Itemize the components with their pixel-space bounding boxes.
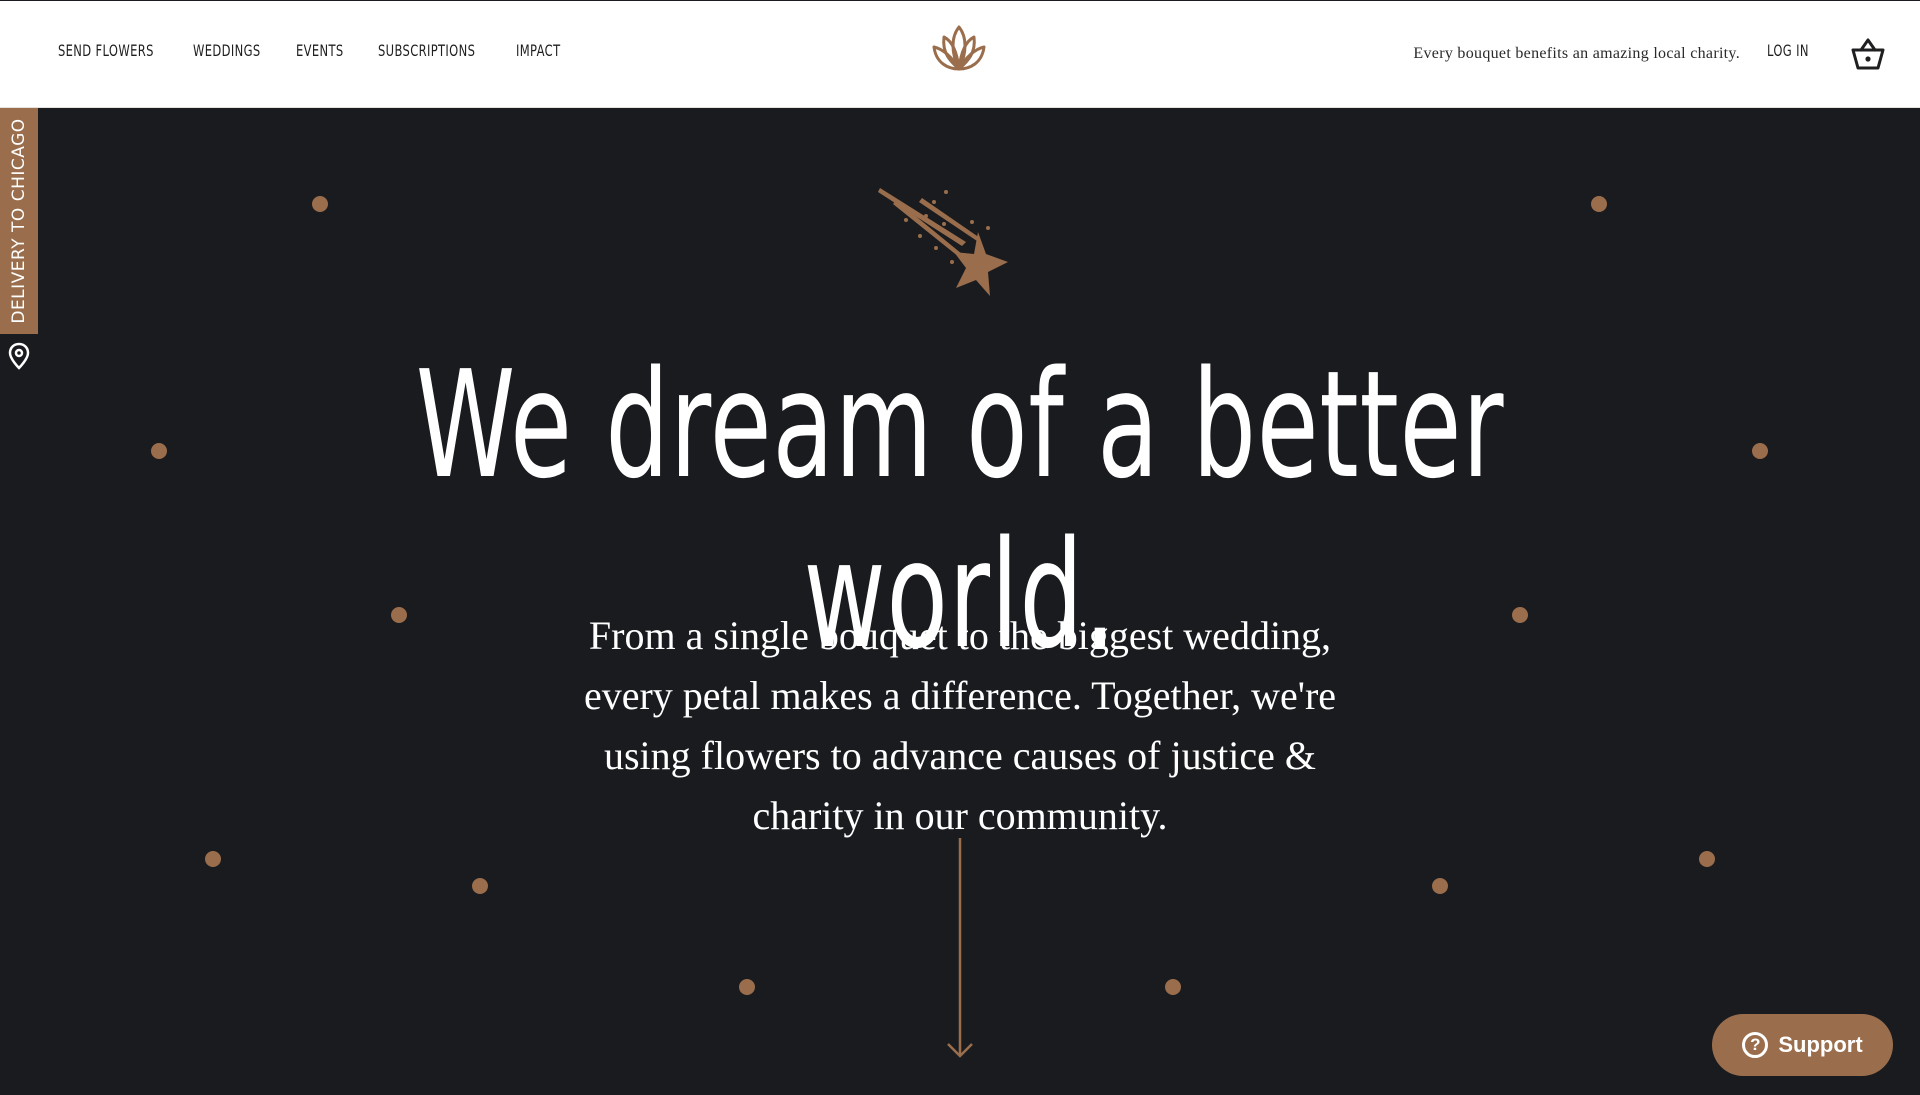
decorative-dot — [472, 878, 488, 894]
decorative-dot — [312, 196, 328, 212]
delivery-location-tab[interactable]: DELIVERY TO CHICAGO — [0, 108, 38, 334]
site-header: SEND FLOWERS WEDDINGS EVENTS SUBSCRIPTIO… — [0, 1, 1920, 108]
nav-weddings[interactable]: WEDDINGS — [193, 41, 261, 60]
decorative-dot — [1699, 851, 1715, 867]
nav-events[interactable]: EVENTS — [296, 41, 344, 60]
lotus-icon[interactable] — [930, 23, 988, 75]
decorative-dot — [1591, 196, 1607, 212]
arrow-down-icon[interactable] — [946, 838, 974, 1060]
shooting-star-icon — [878, 188, 1008, 296]
login-link[interactable]: LOG IN — [1767, 41, 1809, 60]
hero-lead: From a single bouquet to the biggest wed… — [583, 613, 1337, 838]
header-tagline: Every bouquet benefits an amazing local … — [1413, 45, 1740, 62]
nav-subscriptions[interactable]: SUBSCRIPTIONS — [378, 41, 475, 60]
nav-impact[interactable]: IMPACT — [516, 41, 560, 60]
decorative-dot — [1165, 979, 1181, 995]
support-label: Support — [1778, 1032, 1863, 1057]
delivery-tab-label: DELIVERY TO CHICAGO — [9, 118, 29, 324]
question-icon: ? — [1742, 1032, 1769, 1058]
support-button[interactable]: ? Support — [1712, 1014, 1893, 1076]
basket-icon[interactable] — [1850, 37, 1886, 71]
nav-send-flowers[interactable]: SEND FLOWERS — [58, 41, 154, 60]
decorative-dot — [205, 851, 221, 867]
decorative-dot — [739, 979, 755, 995]
decorative-dot — [1432, 878, 1448, 894]
